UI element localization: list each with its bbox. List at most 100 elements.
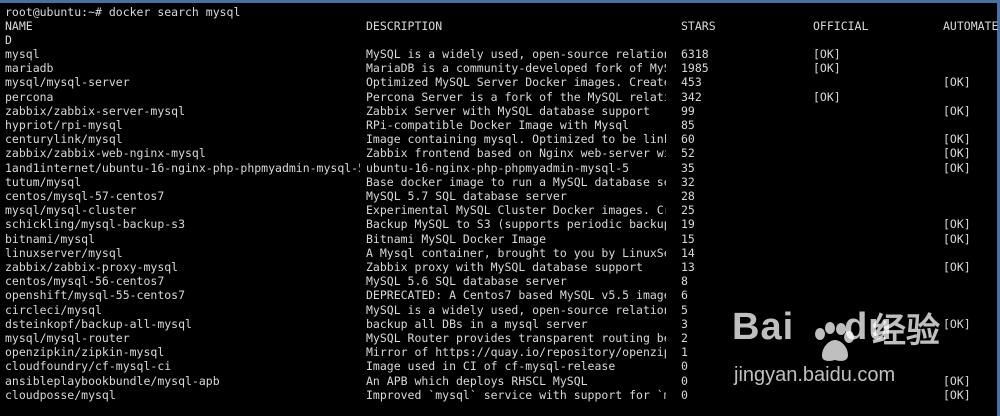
repo-automated: [OK] bbox=[943, 217, 971, 232]
repo-stars: 28 bbox=[681, 189, 695, 203]
repo-stars: 0 bbox=[681, 387, 688, 402]
repo-description: RPi-compatible Docker Image with Mysql bbox=[366, 118, 630, 132]
repo-description: Percona Server is a fork of the MySQL re… bbox=[366, 89, 666, 104]
column-header-description: DESCRIPTION bbox=[366, 19, 443, 33]
repo-stars: 453 bbox=[681, 75, 702, 90]
repo-automated: [OK] bbox=[943, 132, 971, 147]
repo-description: An APB which deploys RHSCL MySQL bbox=[366, 373, 588, 388]
repo-name: mysql bbox=[5, 47, 40, 61]
repo-description: MySQL 5.7 SQL database server bbox=[366, 189, 567, 203]
repo-stars: 6318 bbox=[681, 47, 709, 61]
repo-name: 1and1internet/ubuntu-16-nginx-php-phpmya… bbox=[5, 160, 360, 175]
repo-stars: 99 bbox=[681, 103, 695, 118]
repo-official: [OK] bbox=[813, 47, 841, 61]
repo-stars: 3 bbox=[681, 316, 688, 331]
repo-description: ubuntu-16-nginx-php-phpmyadmin-mysql-5 bbox=[366, 160, 630, 175]
repo-name: zabbix/zabbix-server-mysql bbox=[5, 103, 186, 118]
repo-stars: 342 bbox=[681, 89, 702, 104]
repo-name: linuxserver/mysql bbox=[5, 245, 123, 260]
column-header-name: NAME bbox=[5, 19, 33, 33]
repo-automated: [OK] bbox=[943, 146, 971, 161]
repo-stars: 1 bbox=[681, 345, 688, 360]
repo-stars: 85 bbox=[681, 118, 695, 132]
repo-automated: [OK] bbox=[943, 231, 971, 246]
repo-description: Image containing mysql. Optimized to be … bbox=[366, 132, 666, 147]
column-header-official: OFFICIAL bbox=[813, 19, 869, 33]
repo-stars: 8 bbox=[681, 274, 688, 289]
repo-name: hypriot/rpi-mysql bbox=[5, 118, 123, 132]
repo-description: Experimental MySQL Cluster Docker images… bbox=[366, 203, 666, 218]
watermark-chinese-text: 经验 bbox=[872, 311, 940, 351]
repo-description: Zabbix frontend based on Nginx web-serve… bbox=[366, 146, 666, 161]
column-header-automated: AUTOMATE bbox=[943, 19, 999, 33]
repo-stars: 35 bbox=[681, 160, 695, 175]
repo-automated: [OK] bbox=[943, 373, 971, 388]
repo-description: MySQL is a widely used, open-source rela… bbox=[366, 47, 666, 61]
repo-description: Optimized MySQL Server Docker images. Cr… bbox=[366, 75, 666, 90]
repo-description: Mirror of https://quay.io/repository/ope… bbox=[366, 345, 666, 360]
repo-official: [OK] bbox=[813, 61, 841, 76]
repo-automated: [OK] bbox=[943, 103, 971, 118]
repo-description: Bitnami MySQL Docker Image bbox=[366, 231, 547, 246]
header-wrap-char: D bbox=[5, 33, 12, 47]
repo-stars: 32 bbox=[681, 174, 695, 189]
repo-automated: [OK] bbox=[943, 316, 971, 331]
baidu-paw-icon bbox=[815, 322, 854, 361]
repo-name: percona bbox=[5, 89, 54, 104]
repo-description: Zabbix Server with MySQL database suppor… bbox=[366, 103, 650, 118]
repo-description: MariaDB is a community-developed fork of… bbox=[366, 61, 666, 76]
repo-stars: 14 bbox=[681, 245, 695, 260]
repo-name: centos/mysql-57-centos7 bbox=[5, 189, 165, 203]
repo-name: mysql/mysql-router bbox=[5, 331, 130, 345]
repo-stars: 52 bbox=[681, 146, 695, 161]
repo-name: centurylink/mysql bbox=[5, 132, 123, 147]
table-header: NAME DESCRIPTION STARS OFFICIAL AUTOMATE bbox=[5, 19, 998, 33]
repo-name: tutum/mysql bbox=[5, 174, 82, 189]
repo-stars: 13 bbox=[681, 260, 695, 274]
repo-stars: 15 bbox=[681, 231, 695, 246]
repo-name: mysql/mysql-server bbox=[5, 75, 130, 90]
repo-description: MySQL is a widely used, open-source rela… bbox=[366, 302, 666, 317]
repo-description: Improved `mysql` service with support fo… bbox=[366, 387, 666, 402]
repo-name: schickling/mysql-backup-s3 bbox=[5, 217, 186, 232]
repo-description: Image used in CI of cf-mysql-release bbox=[366, 359, 616, 374]
repo-name: zabbix/zabbix-web-nginx-mysql bbox=[5, 146, 206, 161]
repo-stars: 2 bbox=[681, 331, 688, 345]
repo-name: centos/mysql-56-centos7 bbox=[5, 274, 165, 289]
window-border-top bbox=[0, 0, 1000, 3]
repo-stars: 19 bbox=[681, 217, 695, 232]
repo-name: circleci/mysql bbox=[5, 302, 102, 317]
repo-description: Base docker image to run a MySQL databas… bbox=[366, 174, 666, 189]
repo-automated: [OK] bbox=[943, 75, 971, 90]
repo-stars: 0 bbox=[681, 373, 688, 388]
repo-name: ansibleplaybookbundle/mysql-apb bbox=[5, 373, 220, 388]
repo-name: openshift/mysql-55-centos7 bbox=[5, 288, 186, 303]
repo-name: zabbix/zabbix-proxy-mysql bbox=[5, 260, 179, 274]
repo-description: backup all DBs in a mysql server bbox=[366, 316, 588, 331]
repo-name: cloudposse/mysql bbox=[5, 387, 116, 402]
repo-description: DEPRECATED: A Centos7 based MySQL v5.5 i… bbox=[366, 288, 666, 303]
header-wrap-line: D bbox=[5, 33, 33, 47]
repo-description: MySQL 5.6 SQL database server bbox=[366, 274, 567, 289]
repo-description: A Mysql container, brought to you by Lin… bbox=[366, 245, 666, 260]
repo-name: mariadb bbox=[5, 61, 54, 76]
repo-stars: 5 bbox=[681, 302, 688, 317]
repo-official: [OK] bbox=[813, 89, 841, 104]
repo-stars: 1985 bbox=[681, 61, 709, 76]
repo-stars: 25 bbox=[681, 203, 695, 218]
repo-automated: [OK] bbox=[943, 387, 971, 402]
repo-stars: 0 bbox=[681, 359, 688, 374]
repo-name: openzipkin/zipkin-mysql bbox=[5, 345, 165, 360]
repo-name: mysql/mysql-cluster bbox=[5, 203, 137, 218]
column-header-stars: STARS bbox=[681, 19, 716, 33]
repo-name: dsteinkopf/backup-all-mysql bbox=[5, 316, 192, 331]
repo-name: bitnami/mysql bbox=[5, 231, 96, 246]
repo-automated: [OK] bbox=[943, 160, 971, 175]
terminal-window[interactable]: root@ubuntu:~# docker search mysql NAME … bbox=[0, 0, 1000, 416]
repo-name: cloudfoundry/cf-mysql-ci bbox=[5, 359, 172, 374]
repo-description: Backup MySQL to S3 (supports periodic ba… bbox=[366, 217, 666, 232]
repo-stars: 60 bbox=[681, 132, 695, 147]
repo-stars: 6 bbox=[681, 288, 688, 303]
repo-automated: [OK] bbox=[943, 260, 971, 274]
command-prompt-line: root@ubuntu:~# docker search mysql bbox=[5, 5, 241, 19]
